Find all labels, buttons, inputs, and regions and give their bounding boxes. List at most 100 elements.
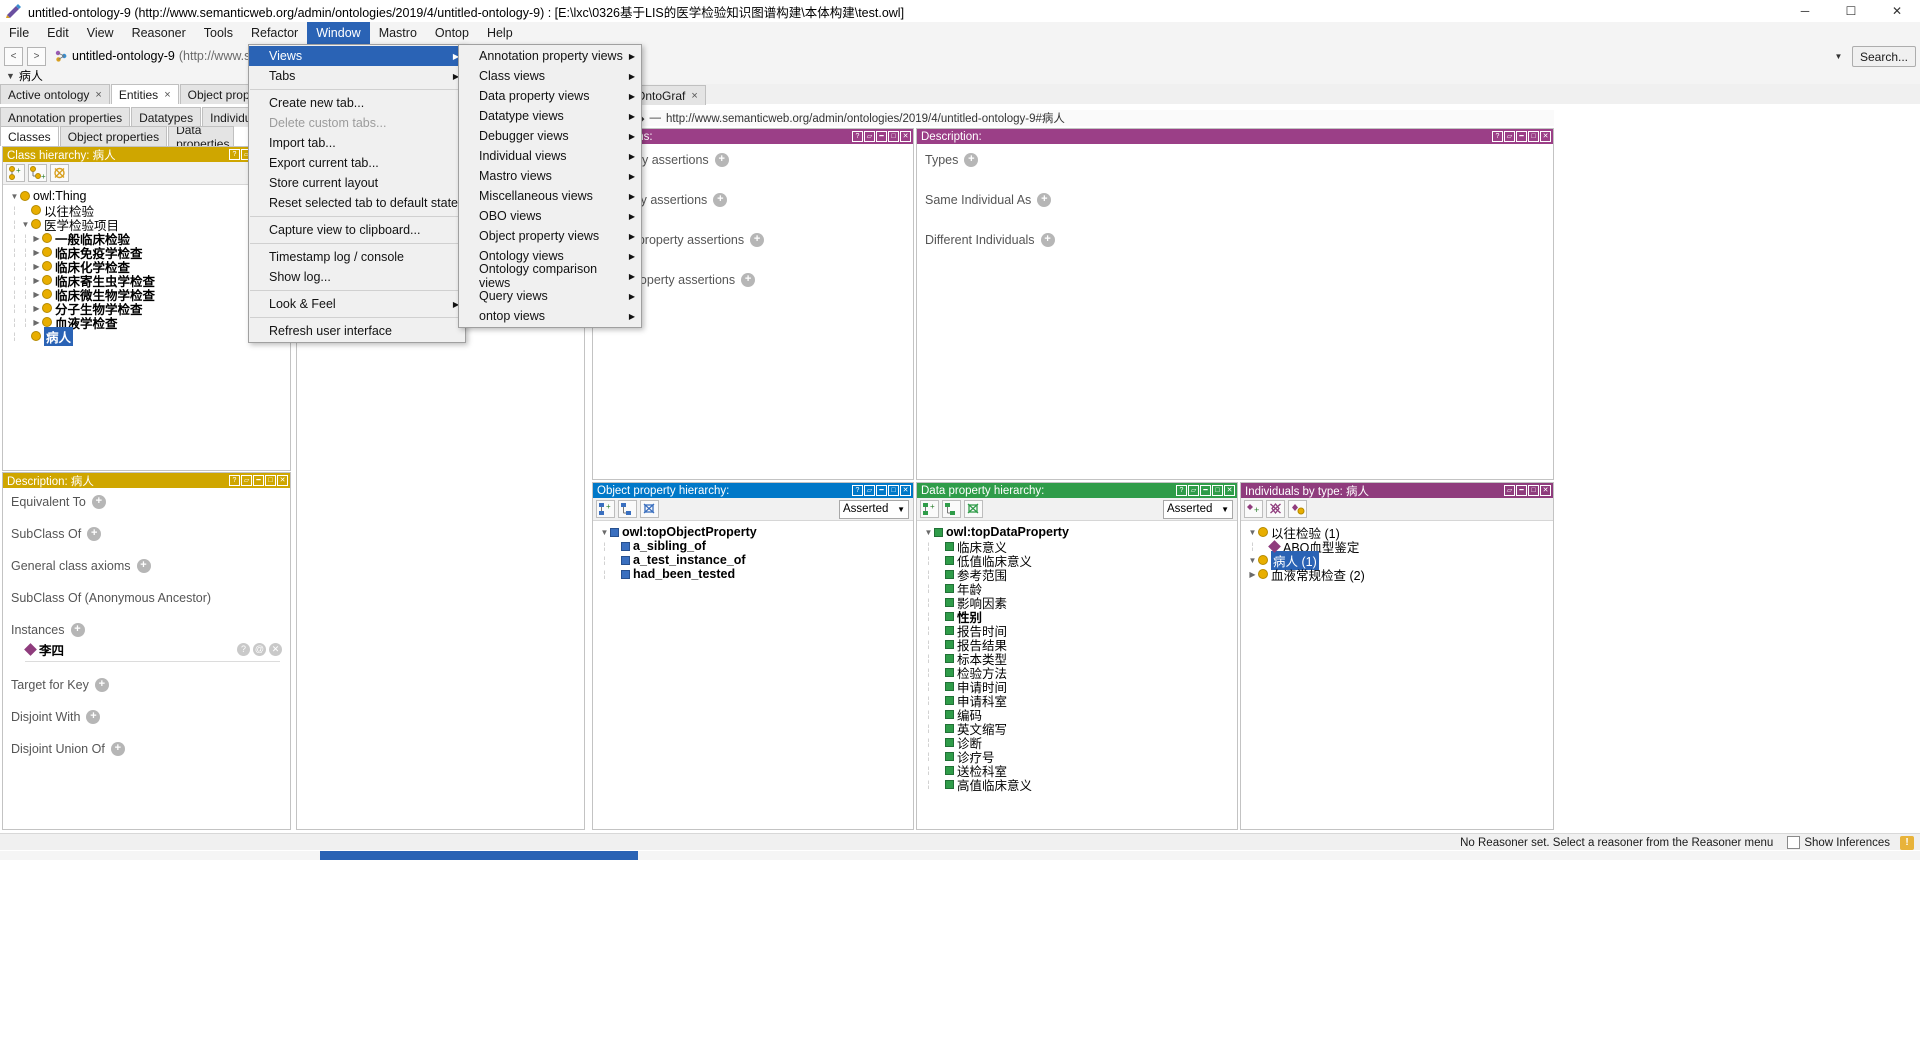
- tab-close-icon[interactable]: ×: [164, 89, 170, 101]
- object-property-tree[interactable]: ▼ owl:topObjectProperty ¦ a_sibling_of ¦ a_te…: [593, 521, 913, 826]
- add-disjoint-with-button[interactable]: +: [86, 710, 101, 724]
- add-individual-icon[interactable]: +: [1244, 500, 1263, 518]
- menu-edit[interactable]: Edit: [38, 22, 78, 45]
- help-icon[interactable]: ?: [229, 475, 240, 486]
- breadcrumb-expander-icon[interactable]: ▼: [6, 71, 15, 81]
- object-property-tree-row[interactable]: ¦ a_test_instance_of: [599, 553, 913, 567]
- help-icon[interactable]: ?: [852, 131, 863, 142]
- menu-item-store-current-layout[interactable]: Store current layout: [249, 173, 465, 193]
- add-general-class-axiom-button[interactable]: +: [136, 559, 151, 573]
- add-sibling-object-property-icon[interactable]: [618, 500, 637, 518]
- minimize-icon[interactable]: ━: [253, 475, 264, 486]
- close-icon[interactable]: ✕: [277, 475, 288, 486]
- annotate-icon[interactable]: @: [253, 643, 266, 656]
- menu-mastro[interactable]: Mastro: [370, 22, 426, 45]
- subtab-data-properties[interactable]: Data properties: [168, 126, 235, 146]
- menu-ontop[interactable]: Ontop: [426, 22, 478, 45]
- maximize-icon[interactable]: □: [1528, 485, 1539, 496]
- add-negative-object-assertion-button[interactable]: +: [750, 233, 765, 247]
- submenu-item-object-property-views[interactable]: Object property views ▶: [459, 226, 641, 246]
- show-inferences-toggle[interactable]: Show Inferences: [1787, 836, 1890, 849]
- menu-item-refresh-user-interface[interactable]: Refresh user interface: [249, 321, 465, 341]
- submenu-item-individual-views[interactable]: Individual views ▶: [459, 146, 641, 166]
- data-property-reasoner-select[interactable]: Asserted ▼: [1163, 499, 1233, 519]
- instance-item[interactable]: 李四 ? @ ✕: [3, 637, 290, 659]
- tab-close-icon[interactable]: ×: [691, 90, 697, 102]
- minimize-button[interactable]: ─: [1782, 0, 1828, 22]
- subtab-object-properties[interactable]: Object properties: [59, 126, 168, 146]
- data-property-tree-row[interactable]: ¦ 高值临床意义: [923, 777, 1237, 793]
- help-icon[interactable]: ?: [1492, 131, 1503, 142]
- tree-expand-icon[interactable]: ▶: [31, 290, 42, 299]
- menu-item-look-and-feel[interactable]: Look & Feel ▶: [249, 294, 465, 314]
- add-sibling-class-icon[interactable]: +: [28, 164, 47, 182]
- minimize-icon[interactable]: ━: [876, 131, 887, 142]
- split-icon[interactable]: ▱: [1504, 485, 1515, 496]
- submenu-item-datatype-views[interactable]: Datatype views ▶: [459, 106, 641, 126]
- menu-tools[interactable]: Tools: [195, 22, 242, 45]
- minimize-icon[interactable]: ━: [876, 485, 887, 496]
- tab-close-icon[interactable]: ×: [95, 89, 101, 101]
- menu-refactor[interactable]: Refactor: [242, 22, 307, 45]
- menu-item-reset-selected-tab[interactable]: Reset selected tab to default state: [249, 193, 465, 213]
- maximize-icon[interactable]: □: [888, 131, 899, 142]
- split-icon[interactable]: ▱: [864, 485, 875, 496]
- help-icon[interactable]: ?: [1176, 485, 1187, 496]
- submenu-item-data-property-views[interactable]: Data property views ▶: [459, 86, 641, 106]
- tree-collapse-icon[interactable]: ▼: [923, 528, 934, 537]
- delete-data-property-icon[interactable]: [964, 500, 983, 518]
- delete-icon[interactable]: ✕: [269, 643, 282, 656]
- tree-expand-icon[interactable]: ▶: [31, 304, 42, 313]
- menu-file[interactable]: File: [0, 22, 38, 45]
- tree-expand-icon[interactable]: ▶: [31, 234, 42, 243]
- menu-reasoner[interactable]: Reasoner: [123, 22, 195, 45]
- object-property-tree-row[interactable]: ▼ owl:topObjectProperty: [599, 525, 913, 539]
- delete-object-property-icon[interactable]: [640, 500, 659, 518]
- tree-collapse-icon[interactable]: ▼: [20, 220, 31, 229]
- menu-item-export-current-tab[interactable]: Export current tab...: [249, 153, 465, 173]
- menu-item-views[interactable]: Views ▶: [249, 46, 465, 66]
- class-hierarchy-tree[interactable]: ▼ owl:Thing ¦ 以往检验 ¦ ▼ 医学检验项目 ¦ ¦ ▶ 一般临床检验 ¦ ¦ ▶ 临床免疫学…: [3, 185, 290, 467]
- minimize-icon[interactable]: ━: [1200, 485, 1211, 496]
- submenu-item-annotation-property-views[interactable]: Annotation property views ▶: [459, 46, 641, 66]
- nav-back-button[interactable]: <: [4, 46, 23, 66]
- object-property-tree-row[interactable]: ¦ had_been_tested: [599, 567, 913, 581]
- add-target-for-key-button[interactable]: +: [94, 678, 109, 692]
- split-icon[interactable]: ▱: [241, 475, 252, 486]
- split-icon[interactable]: ▱: [1504, 131, 1515, 142]
- menu-item-import-tab[interactable]: Import tab...: [249, 133, 465, 153]
- submenu-item-debugger-views[interactable]: Debugger views ▶: [459, 126, 641, 146]
- reset-individual-icon[interactable]: [1288, 500, 1307, 518]
- maximize-button[interactable]: ☐: [1828, 0, 1874, 22]
- tab-active-ontology[interactable]: Active ontology ×: [0, 84, 110, 104]
- submenu-item-ontop-views[interactable]: ontop views ▶: [459, 306, 641, 326]
- tab-entities[interactable]: Entities ×: [110, 84, 179, 104]
- help-icon[interactable]: ?: [229, 149, 240, 160]
- minimize-icon[interactable]: ━: [1516, 485, 1527, 496]
- submenu-item-miscellaneous-views[interactable]: Miscellaneous views ▶: [459, 186, 641, 206]
- checkbox-icon[interactable]: [1787, 836, 1801, 849]
- tree-expand-icon[interactable]: ▶: [31, 318, 42, 327]
- submenu-item-obo-views[interactable]: OBO views ▶: [459, 206, 641, 226]
- menu-help[interactable]: Help: [478, 22, 522, 45]
- tree-expand-icon[interactable]: ▶: [31, 248, 42, 257]
- object-property-reasoner-select[interactable]: Asserted ▼: [839, 499, 909, 519]
- tree-collapse-icon[interactable]: ▼: [1247, 556, 1258, 565]
- subtab-annotation-properties[interactable]: Annotation properties: [0, 107, 131, 127]
- add-property-assertion-button-2[interactable]: +: [713, 193, 728, 207]
- individuals-by-type-tree[interactable]: ▼ 以往检验 (1) ¦ ABO血型鉴定 ▼ 病人 (1) ▶ 血液常规检查 (2): [1241, 521, 1553, 826]
- subtab-classes[interactable]: Classes: [0, 126, 59, 146]
- close-icon[interactable]: ✕: [1540, 485, 1551, 496]
- add-same-individual-button[interactable]: +: [1037, 193, 1052, 207]
- menu-item-create-new-tab[interactable]: Create new tab...: [249, 93, 465, 113]
- split-icon[interactable]: ▱: [864, 131, 875, 142]
- subtab-datatypes[interactable]: Datatypes: [131, 107, 202, 127]
- close-icon[interactable]: ✕: [1224, 485, 1235, 496]
- tree-collapse-icon[interactable]: ▼: [599, 528, 610, 537]
- menu-view[interactable]: View: [78, 22, 123, 45]
- tree-collapse-icon[interactable]: ▼: [1247, 528, 1258, 537]
- delete-individual-icon[interactable]: [1266, 500, 1285, 518]
- add-instance-button[interactable]: +: [70, 623, 85, 637]
- data-property-tree[interactable]: ▼ owl:topDataProperty ¦ 临床意义 ¦ 低值临床意义 ¦ 参考范围 ¦ 年龄…: [917, 521, 1237, 826]
- menu-item-capture-view-to-clipboard[interactable]: Capture view to clipboard...: [249, 220, 465, 240]
